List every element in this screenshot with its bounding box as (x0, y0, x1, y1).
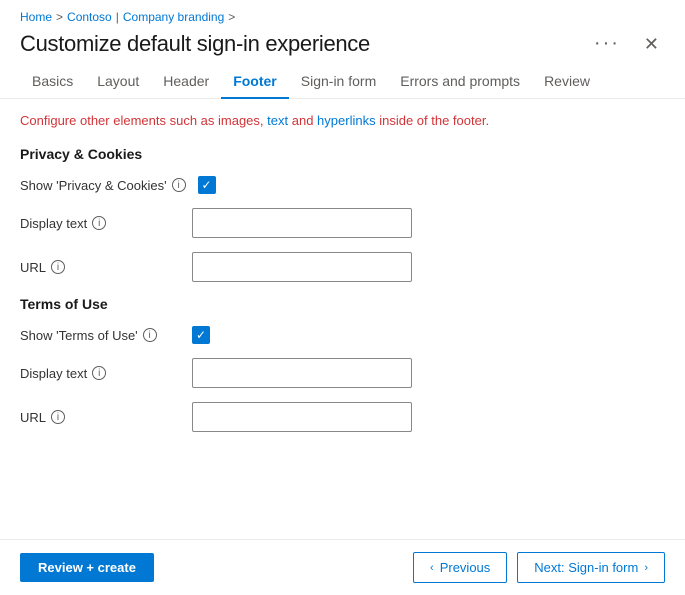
privacy-display-text-input[interactable] (192, 208, 412, 238)
privacy-show-row: Show 'Privacy & Cookies' i ✓ (20, 176, 665, 194)
terms-display-info-icon[interactable]: i (92, 366, 106, 380)
terms-url-label-text: URL (20, 410, 46, 425)
tab-header[interactable]: Header (151, 65, 221, 99)
terms-url-input[interactable] (192, 402, 412, 432)
terms-show-label: Show 'Terms of Use' i (20, 328, 180, 343)
privacy-url-info-icon[interactable]: i (51, 260, 65, 274)
privacy-display-text-label-text: Display text (20, 216, 87, 231)
breadcrumb-sep1: > (56, 10, 63, 24)
next-label: Next: Sign-in form (534, 560, 638, 575)
info-link-hyperlinks[interactable]: hyperlinks (317, 113, 376, 128)
terms-url-row: URL i (20, 402, 665, 432)
breadcrumb-sep2: | (116, 10, 119, 24)
privacy-show-label: Show 'Privacy & Cookies' i (20, 178, 186, 193)
previous-chevron-icon: ‹ (430, 562, 434, 574)
header-actions: ··· ✕ (588, 30, 665, 57)
tab-basics[interactable]: Basics (20, 65, 85, 99)
tab-footer[interactable]: Footer (221, 65, 289, 99)
privacy-url-label: URL i (20, 260, 180, 275)
footer-bar: Review + create ‹ Previous Next: Sign-in… (0, 539, 685, 595)
terms-show-checkmark: ✓ (196, 329, 206, 341)
terms-url-label: URL i (20, 410, 180, 425)
privacy-show-checkbox[interactable]: ✓ (198, 176, 216, 194)
next-button[interactable]: Next: Sign-in form › (517, 552, 665, 583)
tab-layout[interactable]: Layout (85, 65, 151, 99)
breadcrumb-home[interactable]: Home (20, 10, 52, 24)
terms-show-info-icon[interactable]: i (143, 328, 157, 342)
terms-show-checkbox[interactable]: ✓ (192, 326, 210, 344)
privacy-url-input[interactable] (192, 252, 412, 282)
terms-display-text-input[interactable] (192, 358, 412, 388)
privacy-url-label-text: URL (20, 260, 46, 275)
info-link-text[interactable]: text (267, 113, 288, 128)
tab-review[interactable]: Review (532, 65, 602, 99)
previous-button[interactable]: ‹ Previous (413, 552, 507, 583)
info-text-and: and (292, 113, 317, 128)
close-button[interactable]: ✕ (638, 33, 665, 55)
tab-errors-prompts[interactable]: Errors and prompts (388, 65, 532, 99)
privacy-display-info-icon[interactable]: i (92, 216, 106, 230)
terms-display-text-label-text: Display text (20, 366, 87, 381)
info-text-before: Configure other elements such as images, (20, 113, 267, 128)
info-message: Configure other elements such as images,… (20, 113, 665, 128)
tabs-bar: Basics Layout Header Footer Sign-in form… (0, 65, 685, 99)
breadcrumb-contoso[interactable]: Contoso (67, 10, 112, 24)
privacy-section-title: Privacy & Cookies (20, 146, 665, 162)
page-title: Customize default sign-in experience (20, 31, 370, 57)
header-row: Customize default sign-in experience ···… (0, 28, 685, 65)
info-text-after: inside of the footer. (379, 113, 489, 128)
privacy-show-label-text: Show 'Privacy & Cookies' (20, 178, 167, 193)
privacy-url-row: URL i (20, 252, 665, 282)
terms-show-row: Show 'Terms of Use' i ✓ (20, 326, 665, 344)
ellipsis-button[interactable]: ··· (588, 30, 626, 57)
review-create-button[interactable]: Review + create (20, 553, 154, 582)
privacy-display-text-label: Display text i (20, 216, 180, 231)
content-area: Configure other elements such as images,… (0, 99, 685, 539)
terms-display-text-row: Display text i (20, 358, 665, 388)
terms-section-title: Terms of Use (20, 296, 665, 312)
breadcrumb: Home > Contoso | Company branding > (0, 0, 685, 28)
terms-url-info-icon[interactable]: i (51, 410, 65, 424)
breadcrumb-company-branding[interactable]: Company branding (123, 10, 224, 24)
privacy-show-info-icon[interactable]: i (172, 178, 186, 192)
terms-display-text-label: Display text i (20, 366, 180, 381)
previous-label: Previous (440, 560, 491, 575)
next-chevron-icon: › (644, 562, 648, 574)
nav-buttons: ‹ Previous Next: Sign-in form › (413, 552, 665, 583)
terms-show-label-text: Show 'Terms of Use' (20, 328, 138, 343)
tab-signin-form[interactable]: Sign-in form (289, 65, 388, 99)
main-container: Home > Contoso | Company branding > Cust… (0, 0, 685, 595)
breadcrumb-sep3: > (228, 10, 235, 24)
privacy-display-text-row: Display text i (20, 208, 665, 238)
privacy-show-checkmark: ✓ (202, 179, 212, 191)
